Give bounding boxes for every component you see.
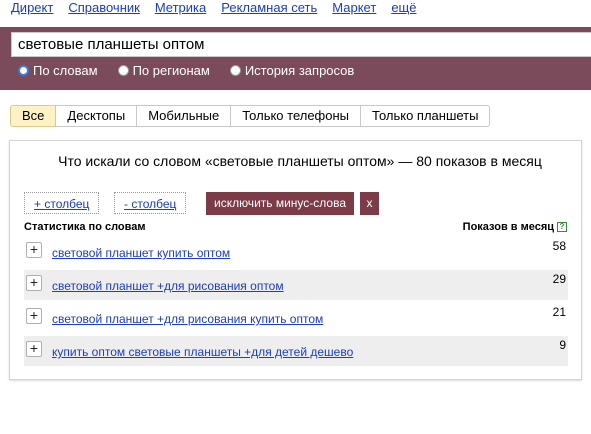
search-mode-radios: По словам По регионам История запросов [18, 63, 374, 78]
plus-icon[interactable]: + [26, 275, 42, 291]
impressions-count: 29 [552, 272, 566, 286]
impressions-count: 21 [552, 305, 566, 319]
radio-by-regions[interactable]: По регионам [117, 63, 210, 78]
top-nav: Директ Справочник Метрика Рекламная сеть… [11, 0, 416, 18]
remove-column-button[interactable]: - столбец [114, 192, 187, 214]
table-row: + световой планшет +для рисования купить… [24, 303, 568, 333]
radio-by-words[interactable]: По словам [18, 63, 98, 78]
impressions-count: 9 [559, 338, 566, 352]
nav-link-metrika[interactable]: Метрика [155, 0, 206, 18]
tab-desktops[interactable]: Десктопы [56, 105, 138, 127]
impressions-count: 58 [552, 239, 566, 253]
nav-link-spravochnik[interactable]: Справочник [68, 0, 140, 18]
radio-label: По словам [33, 63, 98, 78]
radio-label: История запросов [244, 63, 355, 78]
exclude-minus-words-button[interactable]: исключить минус-слова [206, 192, 354, 215]
stats-panel: Что искали со словом «световые планшеты … [9, 140, 582, 380]
add-column-button[interactable]: + столбец [24, 192, 100, 214]
keyword-link[interactable]: световой планшет +для рисования оптом [52, 279, 284, 293]
column-header-label: Показов в месяц [462, 221, 554, 233]
tab-all[interactable]: Все [10, 105, 57, 127]
plus-icon[interactable]: + [26, 242, 42, 258]
radio-unchecked-icon [229, 65, 241, 76]
column-header-impressions: Показов в месяц ? [463, 221, 567, 233]
table-row: + световой планшет купить оптом 58 [24, 237, 568, 267]
help-icon[interactable]: ? [557, 222, 567, 232]
plus-icon[interactable]: + [26, 341, 42, 357]
radio-query-history[interactable]: История запросов [229, 63, 355, 78]
page-title: Что искали со словом «световые планшеты … [58, 153, 542, 169]
device-tabs: Все Десктопы Мобильные Только телефоны Т… [10, 105, 491, 127]
search-input[interactable]: световые планшеты оптом [11, 32, 591, 57]
table-row: + световой планшет +для рисования оптом … [24, 270, 568, 300]
keyword-link[interactable]: световой планшет купить оптом [52, 246, 230, 260]
tab-tablets-only[interactable]: Только планшеты [361, 105, 491, 127]
column-header-keywords: Статистика по словам [24, 221, 146, 233]
nav-link-direct[interactable]: Директ [11, 0, 53, 18]
keyword-link[interactable]: купить оптом световые планшеты +для дете… [52, 345, 353, 359]
tab-mobile[interactable]: Мобильные [137, 105, 232, 127]
radio-checked-icon [18, 65, 29, 76]
nav-link-ad-network[interactable]: Рекламная сеть [221, 0, 317, 18]
keyword-link[interactable]: световой планшет +для рисования купить о… [52, 312, 323, 326]
tab-phones-only[interactable]: Только телефоны [231, 105, 362, 127]
table-row: + купить оптом световые планшеты +для де… [24, 336, 568, 366]
search-band: световые планшеты оптом По словам По рег… [0, 27, 591, 90]
nav-link-market[interactable]: Маркет [332, 0, 376, 18]
radio-unchecked-icon [117, 65, 129, 76]
plus-icon[interactable]: + [26, 308, 42, 324]
radio-label: По регионам [132, 63, 210, 78]
nav-link-more[interactable]: ещё [391, 0, 416, 18]
close-button[interactable]: x [360, 192, 379, 215]
